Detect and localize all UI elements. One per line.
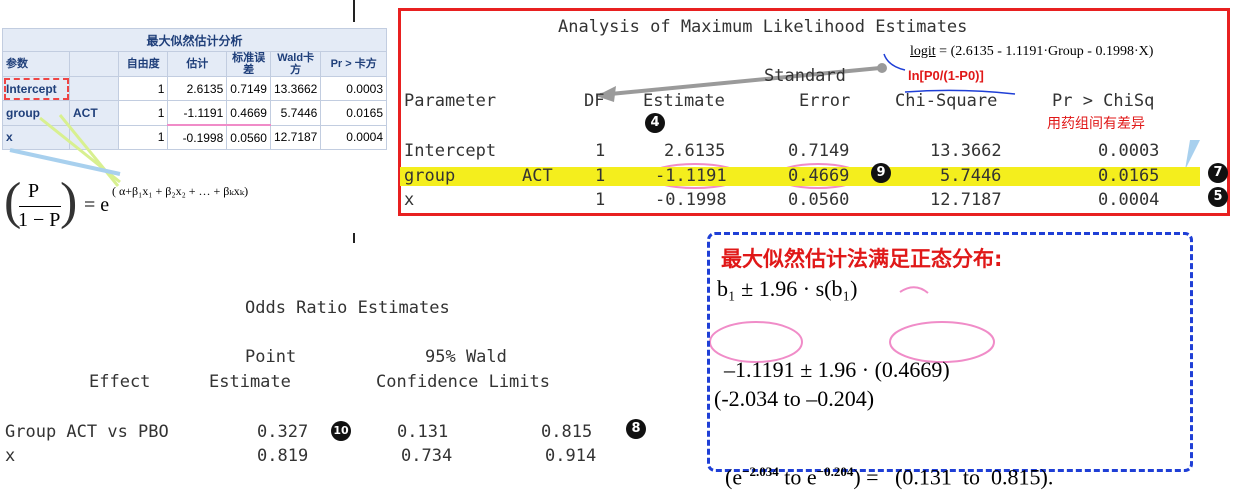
mle-cell: 0.0003	[1098, 141, 1160, 161]
odds-cell: 0.815	[541, 422, 593, 442]
odds-cell: Group ACT vs PBO	[5, 422, 169, 442]
mle-cell: -0.1998	[655, 190, 727, 210]
mle-header-chisq: Chi-Square	[895, 91, 998, 111]
ci-line4-c: ) = (0.131 to 0.815).	[853, 464, 1054, 490]
odds-cell: 0.327	[257, 422, 309, 442]
mle-cell: 1	[595, 166, 606, 186]
logit-line: logit = (2.6135 - 1.1191·Group - 0.1998·…	[910, 44, 1153, 60]
mle-cell: 0.4669	[788, 166, 850, 186]
ci-heading: 最大似然估计法满足正态分布:	[721, 247, 1003, 271]
mle-cell: 0.0560	[788, 190, 850, 210]
odds-h-effect: Effect	[89, 372, 151, 392]
mle-cell: 0.0004	[1098, 190, 1160, 210]
mle-header-df: DF	[584, 91, 605, 111]
ci-line2-se: (0.4669)	[874, 357, 950, 382]
badge-10: 10	[331, 421, 351, 441]
odds-h-limits: Confidence Limits	[376, 372, 550, 392]
odds-cell: 0.914	[545, 446, 597, 466]
odds-cell: 0.131	[397, 422, 449, 442]
ci-line4-sup2: −0.204	[816, 464, 854, 479]
mle-cell: Intercept	[404, 141, 497, 161]
badge-5: 5	[1208, 187, 1228, 207]
odds-h-estimate: Estimate	[209, 372, 291, 392]
mle-title: Analysis of Maximum Likelihood Estimates	[558, 17, 968, 37]
mle-header-standard: Standard	[764, 66, 846, 86]
badge-8: 8	[626, 419, 646, 439]
mle-cell: 0.0165	[1098, 166, 1160, 186]
badge-9: 9	[871, 163, 891, 183]
mle-header-parameter: Parameter	[404, 91, 497, 111]
mle-cell: x	[404, 190, 415, 210]
ci-line4: (e−2.034 to e−0.204) = (0.131 to 0.815).	[714, 438, 1053, 490]
mle-cell: -1.1191	[655, 166, 727, 186]
mle-cell: 5.7446	[940, 166, 1002, 186]
ci-line4-sup1: −2.034	[742, 464, 779, 479]
mle-header-error: Error	[799, 91, 851, 111]
odds-cell: 0.819	[257, 446, 309, 466]
ci-line2-mid: ± 1.96 ·	[794, 357, 875, 382]
odds-title: Odds Ratio Estimates	[245, 298, 450, 318]
ci-line2: –1.1191 ± 1.96 · (0.4669)	[713, 331, 950, 383]
mle-cell: 1	[595, 141, 606, 161]
note-difference: 用药组间有差异	[1047, 116, 1145, 132]
odds-h-point: Point	[245, 347, 297, 367]
ci-line3: (-2.034 to –0.204)	[714, 386, 875, 411]
arrow-blue	[9, 148, 121, 176]
ci-line2-est: –1.1191	[724, 357, 795, 382]
mle-cell: 13.3662	[930, 141, 1002, 161]
mle-cell: group	[404, 166, 456, 186]
ln-label: ln[P0/(1-P0)]	[908, 68, 984, 83]
odds-cell: x	[5, 446, 16, 466]
odds-cell: 0.734	[401, 446, 453, 466]
mle-cell: 2.6135	[664, 141, 726, 161]
mle-cell: 0.7149	[788, 141, 850, 161]
ci-line4-b: to e	[778, 464, 817, 490]
mle-cell: ACT	[522, 166, 553, 186]
mle-header-p: Pr > ChiSq	[1052, 91, 1155, 111]
logit-formula: = (2.6135 - 1.1191·Group - 0.1998·X)	[939, 44, 1154, 59]
mle-cell: 12.7187	[930, 190, 1002, 210]
odds-h-wald: 95% Wald	[425, 347, 507, 367]
mle-cell: 1	[595, 190, 606, 210]
badge-7: 7	[1208, 163, 1228, 183]
badge-4: 4	[645, 113, 665, 133]
ci-line1: b₁ ± 1.96 · s(b₁)	[717, 276, 858, 301]
mle-header-estimate: Estimate	[643, 91, 725, 111]
ci-line4-a: (e	[725, 464, 743, 490]
logit-label: logit	[910, 44, 936, 59]
